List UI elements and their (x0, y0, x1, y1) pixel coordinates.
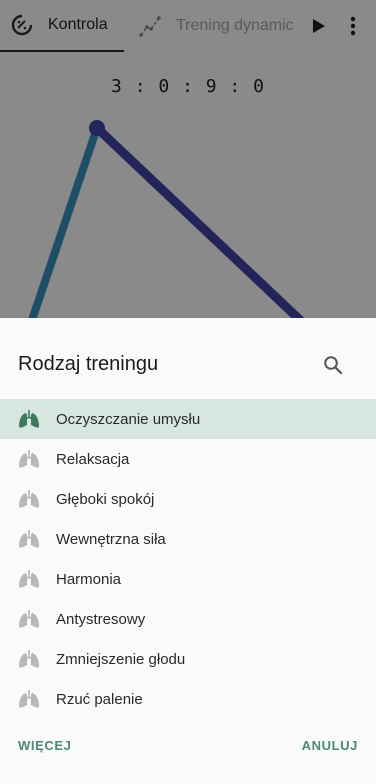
lungs-icon (18, 688, 40, 710)
list-item-harmonia[interactable]: Harmonia (0, 559, 376, 599)
more-options-button[interactable] (334, 0, 372, 52)
list-item-oczyszczanie-umyslu[interactable]: Oczyszczanie umysłu (0, 399, 376, 439)
breathing-canvas: 3 : 0 : 9 : 0 (0, 52, 376, 320)
lungs-icon (18, 448, 40, 470)
training-type-sheet: Rodzaj treningu Oczyszczanie umysłu Rela… (0, 318, 376, 784)
list-item-label: Rzuć palenie (56, 690, 143, 708)
tab-kontrola-label: Kontrola (48, 16, 108, 33)
chart-line-icon (138, 14, 162, 38)
tab-trening-dynamic[interactable]: Trening dynamic (124, 0, 304, 52)
more-button[interactable]: WIĘCEJ (18, 738, 71, 753)
play-icon (313, 19, 325, 33)
list-item-zmniejszenie-glodu[interactable]: Zmniejszenie głodu (0, 639, 376, 679)
list-item-label: Harmonia (56, 570, 122, 588)
breathing-path-graph (28, 120, 305, 320)
list-item-gleboki-spokoj[interactable]: Głęboki spokój (0, 479, 376, 519)
lungs-icon (18, 408, 40, 430)
training-type-list: Oczyszczanie umysłu Relaksacja Głęboki s… (0, 399, 376, 719)
tab-trening-dynamic-label: Trening dynamic (176, 17, 294, 34)
inhale-line (28, 124, 101, 320)
lungs-icon (18, 608, 40, 630)
sheet-title: Rodzaj treningu (18, 353, 159, 375)
app-bar: Kontrola Trening dynamic (0, 0, 376, 52)
more-vert-icon (350, 16, 356, 36)
list-item-label: Zmniejszenie głodu (56, 650, 186, 668)
list-item-relaksacja[interactable]: Relaksacja (0, 439, 376, 479)
list-item-rzuc-palenie[interactable]: Rzuć palenie (0, 679, 376, 719)
list-item-wewnetrzna-sila[interactable]: Wewnętrzna siła (0, 519, 376, 559)
play-button[interactable] (304, 0, 334, 52)
list-item-label: Oczyszczanie umysłu (56, 410, 201, 428)
list-item-label: Relaksacja (56, 450, 130, 468)
list-item-label: Wewnętrzna siła (56, 530, 166, 548)
search-icon (324, 356, 343, 375)
path-vertex (89, 120, 105, 136)
lungs-icon (18, 568, 40, 590)
timer-icon (10, 13, 34, 37)
tab-kontrola[interactable]: Kontrola (0, 0, 124, 52)
list-item-label: Głęboki spokój (56, 490, 155, 508)
list-item-label: Antystresowy (56, 610, 146, 628)
lungs-icon (18, 488, 40, 510)
exhale-line (92, 123, 305, 320)
cancel-button[interactable]: ANULUJ (302, 738, 358, 753)
lungs-icon (18, 648, 40, 670)
search-button[interactable] (318, 350, 348, 380)
lungs-icon (18, 528, 40, 550)
list-item-antystresowy[interactable]: Antystresowy (0, 599, 376, 639)
sheet-actions: WIĘCEJ ANULUJ (0, 738, 376, 760)
